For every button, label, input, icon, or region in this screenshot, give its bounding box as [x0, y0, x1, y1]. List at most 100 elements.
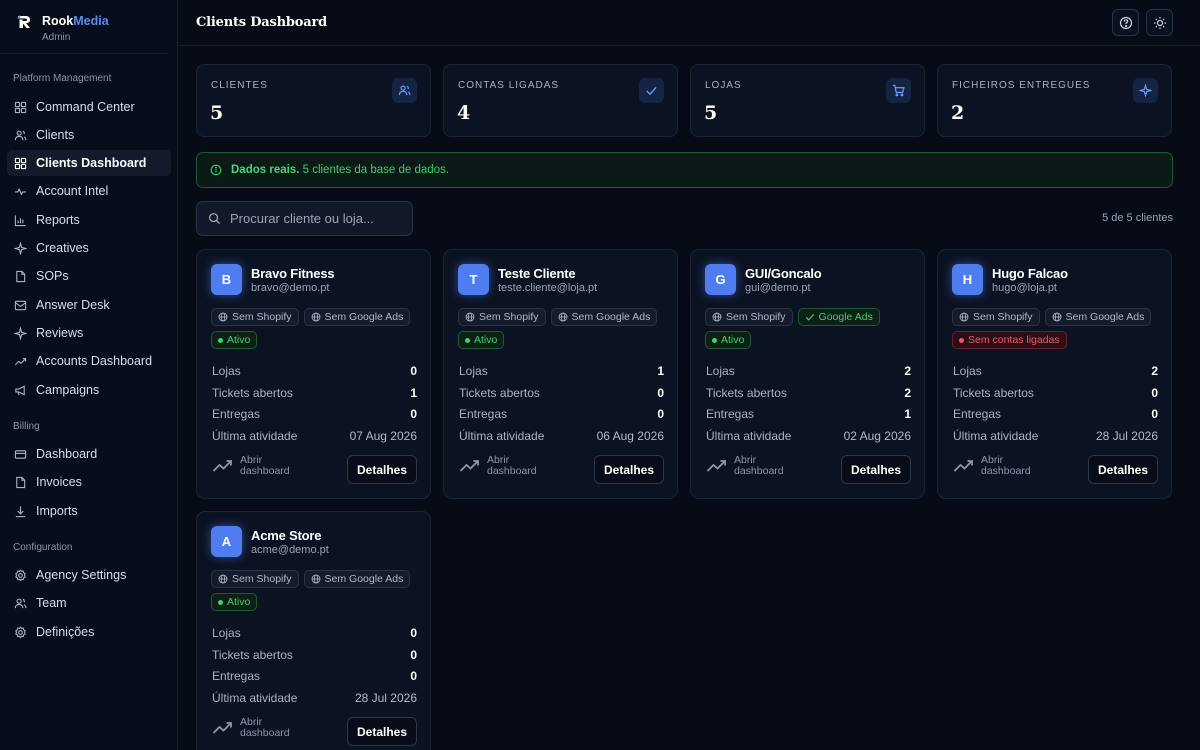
sparkle-icon: [14, 241, 27, 255]
sidebar-item-reports[interactable]: Reports: [7, 207, 171, 233]
sidebar-item-invoices[interactable]: Invoices: [7, 469, 171, 495]
section-configuration: Configuration: [13, 542, 73, 553]
sparkle-icon: [1139, 84, 1152, 97]
client-stats: Lojas 1 Tickets abertos 0 Entregas 0 Última…: [459, 360, 664, 447]
sidebar-item-label: Command Center: [36, 100, 135, 114]
card-footer: Abrir dashboard Detalhes: [953, 455, 1158, 485]
sidebar-item-imports[interactable]: Imports: [7, 498, 171, 524]
client-avatar: H: [952, 264, 983, 295]
info-icon: [210, 164, 222, 176]
stat-icon-box: [886, 78, 911, 103]
stat-value: 4: [457, 102, 471, 124]
sidebar-item-billing-dashboard[interactable]: Dashboard: [7, 441, 171, 467]
details-button[interactable]: Detalhes: [1088, 455, 1158, 484]
sidebar-item-label: Imports: [36, 504, 78, 518]
row-value: 0: [410, 625, 417, 640]
section-platform-management: Platform Management: [13, 73, 112, 84]
status-badge: Ativo: [458, 331, 505, 349]
row-value: 28 Jul 2026: [1095, 428, 1158, 443]
globe-icon: [218, 574, 228, 584]
row-value: 28 Jul 2026: [354, 690, 417, 705]
sidebar-item-answer-desk[interactable]: Answer Desk: [7, 292, 171, 318]
row-value: 02 Aug 2026: [843, 428, 911, 443]
theme-toggle-button[interactable]: [1146, 9, 1173, 36]
trend-icon: [953, 460, 973, 472]
tickets-row: Tickets abertos 0: [459, 382, 664, 404]
row-label: Lojas: [212, 625, 241, 640]
open-dashboard-link[interactable]: Abrir dashboard: [953, 455, 1031, 477]
grid-icon: [14, 157, 27, 169]
sidebar-item-definicoes[interactable]: Definições: [7, 619, 171, 645]
row-value: 0: [657, 385, 664, 400]
topbar: Clients Dashboard: [178, 0, 1200, 46]
help-button[interactable]: [1112, 9, 1139, 36]
sidebar-item-sops[interactable]: SOPs: [7, 263, 171, 289]
row-value: 2: [904, 385, 911, 400]
client-name: Bravo Fitness: [251, 266, 335, 281]
google-ads-badge: Sem Google Ads: [303, 570, 411, 588]
sidebar-item-team[interactable]: Team: [7, 590, 171, 616]
sidebar-item-clients[interactable]: Clients: [7, 122, 171, 148]
shopify-badge: Sem Shopify: [952, 308, 1040, 326]
brand[interactable]: RookMedia Admin: [0, 0, 169, 54]
client-name: Hugo Falcao: [992, 266, 1068, 281]
client-badges: Sem Shopify Sem Google Ads Ativo: [211, 570, 426, 611]
download-icon: [15, 505, 26, 517]
check-icon: [646, 86, 657, 96]
stat-label: CONTAS LIGADAS: [458, 80, 560, 91]
open-dashboard-label: Abrir dashboard: [981, 454, 1031, 477]
sidebar-item-reviews[interactable]: Reviews: [7, 320, 171, 346]
trend-icon: [212, 460, 232, 472]
deliveries-row: Entregas 0: [953, 403, 1158, 425]
stat-value: 5: [210, 102, 224, 124]
row-value: 1: [410, 385, 417, 400]
open-dashboard-link[interactable]: Abrir dashboard: [212, 717, 290, 739]
sidebar-item-campaigns[interactable]: Campaigns: [7, 377, 171, 403]
sidebar-item-account-intel[interactable]: Account Intel: [7, 178, 171, 204]
row-value: 0: [1151, 385, 1158, 400]
search-input[interactable]: [230, 211, 400, 226]
trend-icon: [459, 460, 479, 472]
badge-label: Sem Google Ads: [1065, 311, 1145, 323]
client-email: acme@demo.pt: [251, 544, 329, 556]
sidebar-item-label: Definições: [36, 625, 95, 639]
client-name: GUI/Goncalo: [745, 266, 822, 281]
open-dashboard-link[interactable]: Abrir dashboard: [459, 455, 537, 477]
stat-label: LOJAS: [705, 80, 742, 91]
sidebar-item-label: Invoices: [36, 475, 82, 489]
sidebar-item-accounts-dashboard[interactable]: Accounts Dashboard: [7, 348, 171, 374]
check-icon: [805, 313, 814, 321]
row-label: Tickets abertos: [953, 385, 1034, 400]
sidebar-item-command-center[interactable]: Command Center: [7, 94, 171, 120]
open-dashboard-link[interactable]: Abrir dashboard: [706, 455, 784, 477]
last-activity-row: Última atividade 07 Aug 2026: [212, 425, 417, 447]
search-box[interactable]: [196, 201, 413, 236]
stores-row: Lojas 2: [706, 360, 911, 382]
badge-label: Sem Google Ads: [324, 311, 404, 323]
open-dashboard-link[interactable]: Abrir dashboard: [212, 455, 290, 477]
sidebar-item-clients-dashboard[interactable]: Clients Dashboard: [7, 150, 171, 176]
client-badges: Sem Shopify Sem Google Ads Sem contas li…: [952, 308, 1167, 349]
sidebar-item-creatives[interactable]: Creatives: [7, 235, 171, 261]
details-button[interactable]: Detalhes: [347, 717, 417, 746]
card-footer: Abrir dashboard Detalhes: [459, 455, 664, 485]
row-value: 0: [410, 363, 417, 378]
details-button[interactable]: Detalhes: [347, 455, 417, 484]
grid-icon: [14, 101, 27, 113]
details-button[interactable]: Detalhes: [594, 455, 664, 484]
client-email: bravo@demo.pt: [251, 282, 330, 294]
row-label: Última atividade: [953, 428, 1039, 443]
last-activity-row: Última atividade 02 Aug 2026: [706, 425, 911, 447]
details-button[interactable]: Detalhes: [841, 455, 911, 484]
sidebar-item-agency-settings[interactable]: Agency Settings: [7, 562, 171, 588]
tickets-row: Tickets abertos 2: [706, 382, 911, 404]
row-label: Última atividade: [706, 428, 792, 443]
sidebar-item-label: Team: [36, 596, 67, 610]
row-value: 0: [1151, 407, 1158, 422]
alert-text: Dados reais. 5 clientes da base de dados…: [231, 164, 450, 176]
card-footer: Abrir dashboard Detalhes: [212, 717, 417, 747]
status-badge: Ativo: [705, 331, 752, 349]
row-label: Entregas: [459, 407, 508, 422]
last-activity-row: Última atividade 06 Aug 2026: [459, 425, 664, 447]
badge-label: Sem Shopify: [232, 573, 292, 585]
